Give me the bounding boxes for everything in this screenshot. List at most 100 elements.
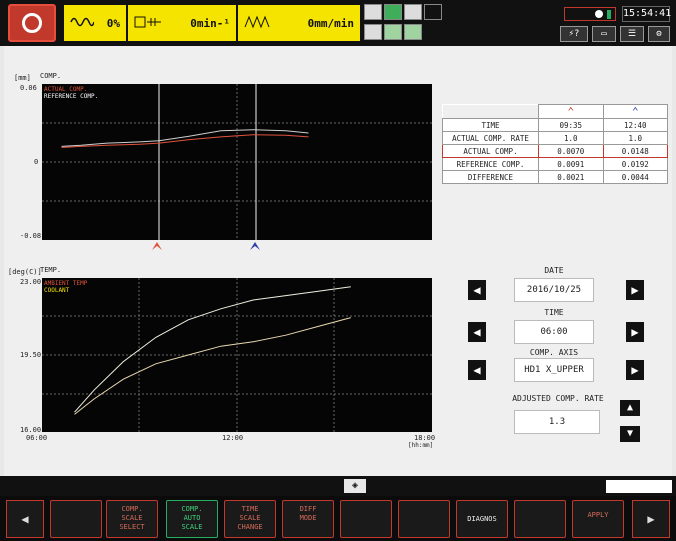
date-label: DATE bbox=[544, 266, 564, 275]
date-next-button[interactable]: ▶ bbox=[626, 280, 644, 300]
legend-ambient-temp: AMBIENT TEMP bbox=[44, 280, 88, 287]
mode-icon-group bbox=[364, 4, 449, 42]
cursor-b-value: 0.0148 bbox=[602, 144, 668, 158]
cursor-b-value: 12:40 bbox=[602, 118, 668, 132]
temp-chart[interactable]: AMBIENT TEMP COOLANT bbox=[42, 278, 432, 432]
cursor-b-value: 0.0044 bbox=[602, 170, 668, 184]
comp-ytop-label: 0.06 bbox=[20, 84, 37, 92]
mode-icon-screen[interactable] bbox=[364, 4, 382, 20]
temp-xunit-label: [hh:mm] bbox=[408, 442, 434, 449]
cursor-b-value: 1.0 bbox=[602, 131, 668, 145]
cursor-a-value: 0.0070 bbox=[538, 144, 604, 158]
adjusted-rate-value[interactable]: 1.3 bbox=[514, 410, 600, 434]
series-line-reference-comp- bbox=[61, 129, 309, 147]
mode-icon-blank[interactable] bbox=[424, 4, 442, 20]
user-button[interactable]: ⚡? bbox=[560, 26, 588, 42]
series-line-ambient-temp bbox=[74, 317, 351, 415]
softkey-comp-auto-scale[interactable]: COMP. AUTO SCALE bbox=[166, 500, 218, 538]
temp-xright-label: 18:00 bbox=[414, 434, 436, 442]
diagnosis-mode-icon: ◈ bbox=[344, 479, 366, 493]
tool-button[interactable]: ▭ bbox=[592, 26, 616, 42]
cursor-b-header-icon: ⌃ bbox=[602, 104, 668, 119]
comp-title: COMP. bbox=[40, 72, 62, 80]
comp-ymid-label: 0 bbox=[34, 158, 39, 166]
temp-ytop-label: 23.00 bbox=[20, 278, 42, 286]
feed-override-value: 0% bbox=[106, 17, 120, 30]
feed-override-indicator: 0% bbox=[64, 5, 126, 41]
cursor-a-value: 0.0091 bbox=[538, 157, 604, 171]
mode-icon-active[interactable] bbox=[384, 4, 402, 20]
table-row: ACTUAL COMP. RATE 1.0 1.0 bbox=[442, 131, 668, 145]
cursor-b-marker-icon[interactable] bbox=[250, 242, 260, 250]
row-label: TIME bbox=[442, 118, 539, 132]
table-row: ACTUAL COMP. 0.0070 0.0148 bbox=[442, 144, 668, 158]
time-prev-button[interactable]: ◀ bbox=[468, 322, 486, 342]
softkey-diagnos[interactable]: DIAGNOS bbox=[456, 500, 508, 538]
adjusted-rate-label: ADJUSTED COMP. RATE bbox=[512, 394, 604, 403]
keyboard-button[interactable]: ☰ bbox=[620, 26, 644, 42]
settings-button[interactable]: ⚙ bbox=[648, 26, 670, 42]
spindle-speed-indicator: 0min-¹ bbox=[128, 5, 236, 41]
softkey-comp-scale-select[interactable]: COMP. SCALE SELECT bbox=[106, 500, 158, 538]
right-status-cluster: 15:54:41 ⚡? ▭ ☰ ⚙ bbox=[560, 4, 672, 42]
mode-icon-check[interactable] bbox=[404, 24, 422, 40]
network-icon bbox=[595, 10, 603, 18]
softkey-empty-1[interactable] bbox=[50, 500, 102, 538]
softkey-next-button[interactable]: ▶ bbox=[632, 500, 670, 538]
feed-rate-wave-icon bbox=[244, 15, 270, 29]
alarm-button[interactable] bbox=[8, 4, 56, 42]
row-label: REFERENCE COMP. bbox=[442, 157, 539, 171]
cursor-a-value: 0.0021 bbox=[538, 170, 604, 184]
comp-unit-label: [mm] bbox=[14, 74, 31, 82]
time-label: TIME bbox=[544, 308, 564, 317]
table-row: DIFFERENCE 0.0021 0.0044 bbox=[442, 170, 668, 184]
temp-ymid-label: 19.50 bbox=[20, 351, 42, 359]
rate-up-button[interactable]: ▲ bbox=[620, 400, 640, 416]
mode-icon-edit[interactable] bbox=[404, 4, 422, 20]
feed-rate-indicator: 0mm/min bbox=[238, 5, 360, 41]
date-prev-button[interactable]: ◀ bbox=[468, 280, 486, 300]
table-row: REFERENCE COMP. 0.0091 0.0192 bbox=[442, 157, 668, 171]
message-area bbox=[606, 480, 672, 493]
time-next-button[interactable]: ▶ bbox=[626, 322, 644, 342]
time-value[interactable]: 06:00 bbox=[514, 320, 594, 344]
softkey-time-scale-change[interactable]: TIME SCALE CHANGE bbox=[224, 500, 276, 538]
row-label: ACTUAL COMP. RATE bbox=[442, 131, 539, 145]
temp-unit-label: [deg(C)] bbox=[8, 268, 42, 276]
rate-down-button[interactable]: ▼ bbox=[620, 426, 640, 442]
clock: 15:54:41 bbox=[622, 6, 671, 22]
comp-ybottom-label: -0.08 bbox=[20, 232, 42, 240]
axis-next-button[interactable]: ▶ bbox=[626, 360, 644, 380]
softkey-empty-4[interactable] bbox=[514, 500, 566, 538]
mode-icon-tool[interactable] bbox=[384, 24, 402, 40]
softkey-divider bbox=[0, 476, 676, 496]
mode-icon-io[interactable] bbox=[364, 24, 382, 40]
temp-title: TEMP. bbox=[40, 266, 62, 274]
compare-table: ⌃ ⌃ TIME 09:35 12:40 ACTUAL COMP. RATE 1… bbox=[442, 104, 668, 184]
series-line-coolant bbox=[74, 286, 351, 413]
softkey-bar: ◀ COMP. SCALE SELECT COMP. AUTO SCALE TI… bbox=[0, 496, 676, 541]
date-value[interactable]: 2016/10/25 bbox=[514, 278, 594, 302]
power-indicator-icon bbox=[607, 10, 611, 19]
temp-xleft-label: 06:00 bbox=[26, 434, 48, 442]
cursor-a-marker-icon[interactable] bbox=[152, 242, 162, 250]
feed-rate-value: 0mm/min bbox=[307, 17, 354, 30]
temp-xmid-label: 12:00 bbox=[222, 434, 244, 442]
softkey-empty-2[interactable] bbox=[340, 500, 392, 538]
row-label: ACTUAL COMP. bbox=[442, 144, 539, 158]
spindle-speed-value: 0min-¹ bbox=[190, 17, 230, 30]
row-label: DIFFERENCE bbox=[442, 170, 539, 184]
temp-ybottom-label: 16.00 bbox=[20, 426, 42, 434]
softkey-diff-mode[interactable]: DIFF MODE bbox=[282, 500, 334, 538]
comp-axis-value[interactable]: HD1 X_UPPER bbox=[514, 358, 594, 382]
cursor-a-value: 09:35 bbox=[538, 118, 604, 132]
legend-reference-comp: REFERENCE COMP. bbox=[44, 93, 99, 100]
status-lamp-group bbox=[564, 7, 616, 21]
softkey-empty-3[interactable] bbox=[398, 500, 450, 538]
softkey-apply[interactable]: APPLY bbox=[572, 500, 624, 538]
table-header-row: ⌃ ⌃ bbox=[442, 104, 668, 119]
softkey-prev-button[interactable]: ◀ bbox=[6, 500, 44, 538]
diagnosis-panel: [mm] COMP. 0.06 0 -0.08 ACTUAL COMP. REF… bbox=[4, 46, 672, 476]
comp-chart[interactable]: ACTUAL COMP. REFERENCE COMP. bbox=[42, 84, 432, 240]
axis-prev-button[interactable]: ◀ bbox=[468, 360, 486, 380]
